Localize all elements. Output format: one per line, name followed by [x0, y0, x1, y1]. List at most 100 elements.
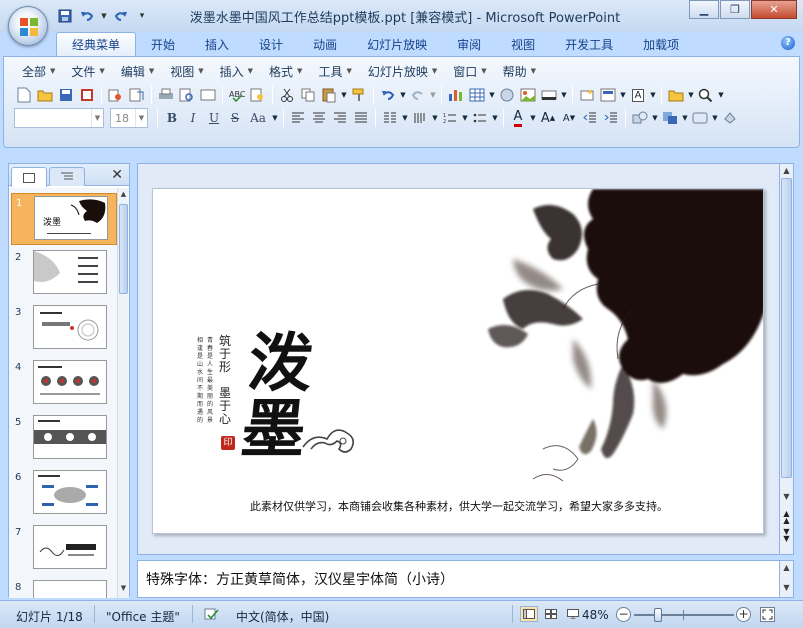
layout-dropdown-icon[interactable]: ▼ [619, 85, 627, 105]
justify-icon[interactable] [351, 108, 371, 128]
bullets-icon[interactable] [470, 108, 490, 128]
copy-icon[interactable] [298, 85, 318, 105]
scrollbar-thumb[interactable] [119, 204, 128, 294]
menu-slideshow[interactable]: 幻灯片放映 ▼ [360, 63, 445, 79]
shape-fill-icon[interactable] [720, 108, 740, 128]
page-setup-icon[interactable] [198, 85, 218, 105]
layout-icon[interactable] [598, 85, 618, 105]
change-case-button[interactable]: Aa [246, 108, 270, 128]
slide-canvas[interactable]: 泼 墨 筑于形 墨于心 青春是人生最美丽的风景 相逢是山水间不期而遇的 印 此素… [152, 188, 764, 534]
scroll-up-icon[interactable]: ▲ [781, 563, 792, 572]
table-dropdown-icon[interactable]: ▼ [488, 85, 496, 105]
language-indicator[interactable]: 中文(简体，中国) [236, 608, 329, 625]
slide-thumbnail[interactable]: 5 [11, 413, 117, 465]
spell-check-icon[interactable] [204, 607, 220, 624]
undo-dropdown-icon[interactable]: ▼ [399, 85, 407, 105]
notes-pane[interactable]: 特殊字体：方正黄草简体，汉仪星宇体简（小诗） [137, 560, 780, 598]
quick-styles-icon[interactable] [690, 108, 710, 128]
paste-icon[interactable] [319, 85, 339, 105]
maximize-icon[interactable]: ❐ [720, 0, 750, 19]
menu-format[interactable]: 格式 ▼ [261, 63, 310, 79]
scroll-down-icon[interactable]: ▼ [119, 584, 128, 594]
line-dropdown-icon[interactable]: ▼ [560, 85, 568, 105]
slide-thumbnail[interactable]: 4 [11, 358, 117, 410]
office-button[interactable] [8, 6, 48, 46]
close-icon[interactable]: ✕ [751, 0, 797, 19]
font-color-icon[interactable]: A [508, 108, 528, 128]
attach-icon[interactable] [127, 85, 147, 105]
quick-styles-dropdown-icon[interactable]: ▼ [711, 108, 719, 128]
cut-icon[interactable] [277, 85, 297, 105]
arrange-icon[interactable] [660, 108, 680, 128]
slide-thumbnail[interactable]: 8 [11, 578, 117, 598]
previous-slide-icon[interactable]: ▲ ▲ [781, 510, 792, 525]
spelling-icon[interactable]: ABC [227, 85, 247, 105]
tab-design[interactable]: 设计 [244, 33, 298, 56]
slide-sorter-icon[interactable] [542, 606, 560, 622]
notes-scrollbar[interactable]: ▲ ▼ [779, 560, 794, 598]
scrollbar-thumb[interactable] [781, 178, 792, 478]
textbox-dropdown-icon[interactable]: ▼ [649, 85, 657, 105]
align-center-icon[interactable] [309, 108, 329, 128]
zoom-dropdown-icon[interactable]: ▼ [717, 85, 725, 105]
slide-thumbnail[interactable]: 2 [11, 248, 117, 300]
strikethrough-button[interactable]: S [225, 108, 245, 128]
decrease-indent-icon[interactable] [580, 108, 600, 128]
increase-indent-icon[interactable] [601, 108, 621, 128]
slide-thumbnail[interactable]: 6 [11, 468, 117, 520]
save-icon[interactable] [56, 7, 74, 25]
font-size-combo[interactable]: 18 ▼ [110, 108, 148, 128]
align-right-icon[interactable] [330, 108, 350, 128]
menu-tools[interactable]: 工具 ▼ [310, 63, 359, 79]
slides-tab[interactable] [11, 167, 47, 187]
line-icon[interactable] [539, 85, 559, 105]
open-icon[interactable] [35, 85, 55, 105]
folder-icon[interactable] [666, 85, 686, 105]
close-pane-icon[interactable]: ✕ [111, 167, 123, 183]
insert-picture-icon[interactable] [518, 85, 538, 105]
menu-view[interactable]: 视图 ▼ [162, 63, 211, 79]
tab-view[interactable]: 视图 [496, 33, 550, 56]
redo-icon[interactable] [408, 85, 428, 105]
scroll-down-icon[interactable]: ▼ [781, 492, 792, 501]
save-icon[interactable] [56, 85, 76, 105]
insert-chart-icon[interactable] [446, 85, 466, 105]
menu-edit[interactable]: 编辑 ▼ [113, 63, 162, 79]
print-preview-icon[interactable] [177, 85, 197, 105]
research-icon[interactable] [248, 85, 268, 105]
customize-qat-icon[interactable]: ▾ [134, 7, 150, 25]
columns-icon[interactable] [380, 108, 400, 128]
scroll-up-icon[interactable]: ▲ [781, 166, 792, 175]
redo-dropdown-icon[interactable]: ▼ [429, 85, 437, 105]
menu-all[interactable]: 全部 ▼ [14, 63, 63, 79]
undo-dropdown-icon[interactable]: ▼ [100, 7, 108, 25]
folder-dropdown-icon[interactable]: ▼ [687, 85, 695, 105]
font-color-dropdown-icon[interactable]: ▼ [529, 108, 537, 128]
fit-to-window-icon[interactable] [760, 607, 775, 622]
tab-home[interactable]: 开始 [136, 33, 190, 56]
zoom-slider-track[interactable] [634, 614, 734, 616]
scroll-up-icon[interactable]: ▲ [119, 190, 128, 200]
shapes-dropdown-icon[interactable]: ▼ [651, 108, 659, 128]
format-painter-icon[interactable] [349, 85, 369, 105]
bold-button[interactable]: B [162, 108, 182, 128]
new-slide-icon[interactable] [577, 85, 597, 105]
bullets-dropdown-icon[interactable]: ▼ [491, 108, 499, 128]
text-direction-icon[interactable] [410, 108, 430, 128]
slide-thumbnail[interactable]: 1 泼墨 [11, 193, 117, 245]
thumbnails-scrollbar[interactable]: ▲ ▼ [117, 188, 129, 598]
scroll-down-icon[interactable]: ▼ [781, 583, 792, 592]
case-dropdown-icon[interactable]: ▼ [271, 108, 279, 128]
font-name-combo[interactable]: ▼ [14, 108, 104, 128]
tab-addins[interactable]: 加载项 [628, 33, 694, 56]
shrink-font-icon[interactable]: A ▼ [559, 108, 579, 128]
undo-icon[interactable] [378, 85, 398, 105]
undo-icon[interactable] [78, 7, 96, 25]
paste-dropdown-icon[interactable]: ▼ [340, 85, 348, 105]
help-icon[interactable]: ? [781, 36, 795, 50]
numbering-icon[interactable]: 12 [440, 108, 460, 128]
redo-icon[interactable] [112, 7, 130, 25]
slide-vertical-scrollbar[interactable]: ▲ ▼ ▲ ▲ ▼ ▼ [779, 163, 794, 555]
arrange-dropdown-icon[interactable]: ▼ [681, 108, 689, 128]
zoom-out-icon[interactable]: − [616, 607, 631, 622]
